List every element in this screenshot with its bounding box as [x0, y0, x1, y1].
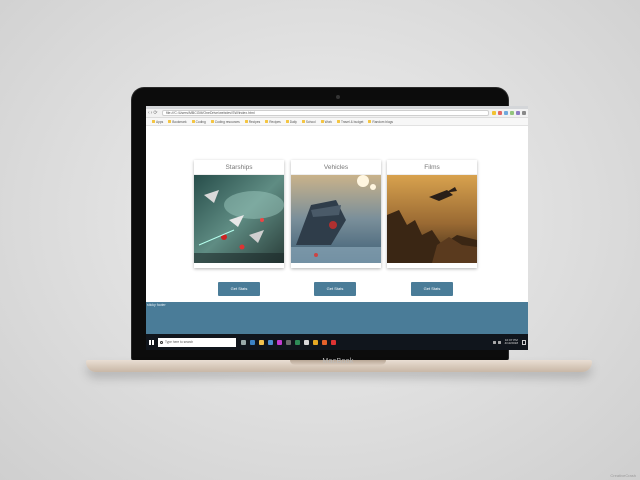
windows-start-icon[interactable] [149, 339, 154, 345]
camera-icon [336, 95, 340, 99]
folder-icon [244, 120, 248, 123]
store-icon[interactable] [268, 339, 273, 345]
extension-icon[interactable] [510, 111, 514, 115]
network-icon[interactable] [492, 340, 496, 344]
system-tray: 10:07 PM 4/13/2018 [492, 338, 526, 346]
folder-icon [368, 120, 372, 123]
screen: ‹›⟳ file:///C:/Users/MBCGM/OneDrive/webd… [146, 106, 528, 350]
file-explorer-icon[interactable] [259, 339, 264, 345]
firefox-icon[interactable] [322, 339, 327, 345]
folder-icon [285, 120, 289, 123]
get-stats-button-vehicles[interactable]: Get Stats [314, 282, 356, 296]
sticky-footer: sticky footer [146, 302, 528, 334]
address-bar[interactable]: file:///C:/Users/MBCGM/OneDrive/webdev/S… [162, 110, 489, 116]
bookmark-item[interactable]: Recipes [244, 119, 261, 124]
folder-icon [152, 120, 155, 123]
bookmark-label: Bookmark [172, 119, 187, 124]
task-view-icon[interactable] [241, 339, 246, 345]
card-title: Films [387, 160, 477, 175]
folder-icon [337, 120, 341, 123]
bookmark-item[interactable]: Daily [285, 119, 297, 124]
bookmark-item[interactable]: Recipes [265, 120, 281, 124]
taskbar-apps [241, 339, 336, 345]
folder-icon [168, 120, 172, 123]
bookmark-label: Apps [156, 119, 164, 124]
bookmark-label: School [305, 119, 316, 124]
nav-arrows-icon[interactable]: ‹›⟳ [148, 109, 162, 118]
vehicles-image [291, 175, 381, 263]
menu-icon[interactable] [522, 111, 526, 115]
chrome-icon[interactable] [313, 339, 318, 345]
image-credit: CreativeCrash [610, 473, 636, 478]
card-title: Starships [194, 160, 284, 175]
taskbar-search-input[interactable]: Type here to search [158, 337, 236, 347]
device-brand-label: MacBook [322, 358, 354, 365]
search-icon [160, 340, 163, 344]
get-stats-button-films[interactable]: Get Stats [411, 282, 453, 296]
folder-icon [210, 120, 214, 123]
notification-icon[interactable] [522, 339, 526, 345]
folder-icon [320, 120, 324, 123]
bookmark-item[interactable]: School [301, 119, 316, 124]
card-films: Films [387, 160, 477, 268]
app-icon[interactable] [304, 339, 309, 345]
bookmark-item[interactable]: Coding [191, 119, 206, 124]
card-vehicles: Vehicles [291, 160, 381, 268]
app-icon[interactable] [295, 339, 300, 345]
folder-icon [301, 120, 305, 123]
app-icon[interactable] [331, 339, 336, 345]
volume-icon[interactable] [497, 340, 501, 344]
bookmark-item[interactable]: Coding resources [210, 119, 240, 124]
app-icon[interactable] [277, 339, 282, 345]
taskbar: Type here to search 10:07 PM 4/13/2018 [146, 334, 528, 350]
get-stats-button-starships[interactable]: Get Stats [218, 282, 260, 296]
bookmarks-bar: Apps Bookmark Coding Coding resources Recipe… [146, 118, 528, 126]
extension-icon[interactable] [492, 111, 496, 115]
extension-icons [492, 111, 526, 115]
bookmark-item[interactable]: Apps [152, 120, 163, 124]
folder-icon [191, 120, 195, 123]
bookmark-item[interactable]: Bookmark [168, 119, 187, 124]
page-content: Starships Vehicles Films Get Stats Get S… [146, 126, 528, 304]
clock[interactable]: 10:07 PM 4/13/2018 [504, 338, 518, 346]
clock-date: 4/13/2018 [504, 341, 518, 345]
app-icon[interactable] [286, 339, 291, 345]
folder-icon [265, 120, 269, 123]
bookmark-item[interactable]: Random blogs [368, 120, 393, 124]
bookmark-label: Travel & budget [341, 119, 364, 124]
browser-toolbar: ‹›⟳ file:///C:/Users/MBCGM/OneDrive/webd… [146, 109, 528, 118]
card-title: Vehicles [291, 160, 381, 175]
extension-icon[interactable] [498, 111, 502, 115]
bookmark-label: Coding [195, 119, 206, 124]
extension-icon[interactable] [516, 111, 520, 115]
bookmark-item[interactable]: Travel & budget [337, 120, 363, 124]
footer-text: sticky footer [147, 303, 166, 307]
films-image [387, 175, 477, 263]
edge-icon[interactable] [250, 339, 255, 345]
bookmark-label: Daily [289, 119, 297, 124]
bookmark-label: Coding resources [214, 119, 240, 124]
card-starships: Starships [194, 160, 284, 268]
bookmark-item[interactable]: Work [320, 119, 333, 124]
search-placeholder: Type here to search [165, 340, 194, 344]
extension-icon[interactable] [504, 111, 508, 115]
bookmark-label: Recipes [248, 119, 261, 124]
bookmark-label: Recipes [269, 119, 281, 124]
starships-image [194, 175, 284, 263]
bookmark-label: Random blogs [372, 119, 393, 124]
bookmark-label: Work [324, 119, 333, 124]
